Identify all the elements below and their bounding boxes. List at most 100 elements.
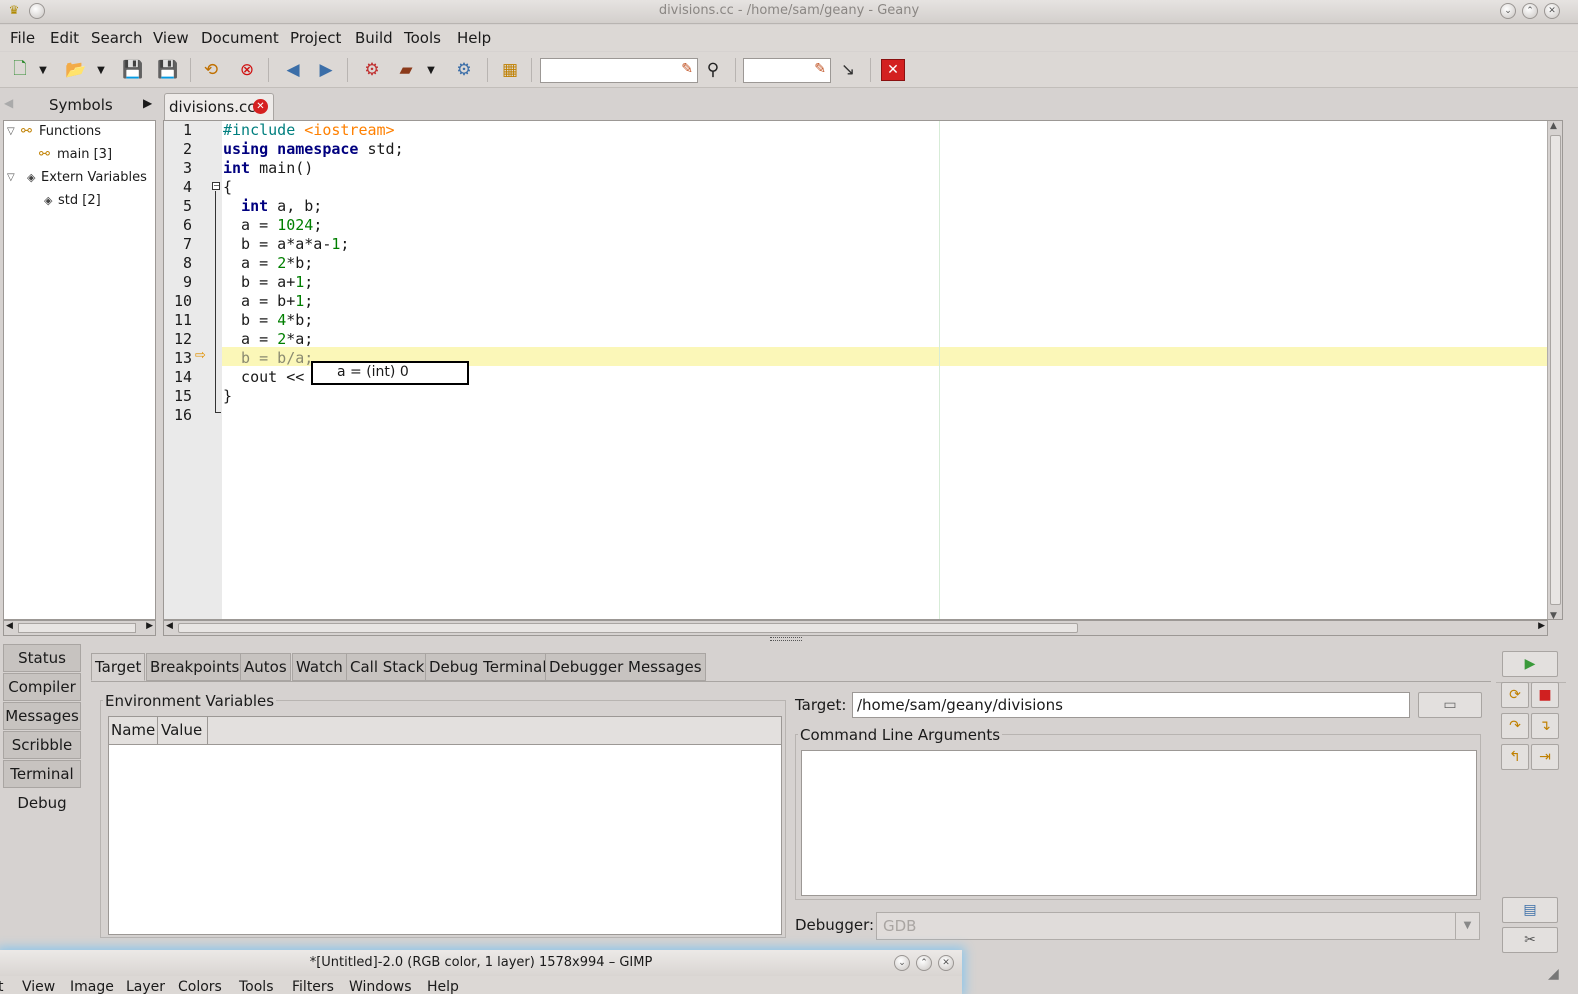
close-file-icon[interactable]: ⊗: [235, 58, 259, 82]
resize-grip-icon[interactable]: ◢: [1548, 966, 1559, 982]
clear-goto-icon[interactable]: ✎: [814, 61, 826, 77]
open-file-icon[interactable]: 📂: [64, 58, 88, 82]
tab-debugger-messages[interactable]: Debugger Messages: [545, 653, 706, 681]
gimp-minimize-button[interactable]: ⌄: [894, 955, 910, 971]
scroll-thumb[interactable]: [1550, 135, 1561, 605]
scroll-up-icon[interactable]: ▲: [1550, 121, 1557, 131]
debug-restart-button[interactable]: ⟳: [1501, 682, 1529, 708]
goto-line-icon[interactable]: ↘: [836, 58, 860, 82]
tab-symbols[interactable]: Symbols: [49, 96, 113, 114]
tab-debug-terminal[interactable]: Debug Terminal: [425, 653, 551, 681]
revert-icon[interactable]: ⟲: [199, 58, 223, 82]
run-to-cursor-button[interactable]: ⇥: [1531, 744, 1559, 770]
close-window-button[interactable]: ✕: [1544, 3, 1560, 19]
clear-search-icon[interactable]: ✎: [681, 61, 693, 77]
scroll-thumb[interactable]: [178, 623, 1078, 633]
menu-tools[interactable]: Tools: [404, 29, 441, 47]
tab-divisions-cc[interactable]: divisions.cc ✕: [164, 93, 274, 120]
tree-item-std[interactable]: ◈ std [2]: [44, 193, 101, 208]
gimp-close-button[interactable]: ✕: [938, 955, 954, 971]
menu-document[interactable]: Document: [201, 29, 279, 47]
menu-project[interactable]: Project: [290, 29, 341, 47]
find-binoculars-icon[interactable]: ⚲: [701, 58, 725, 82]
tab-call-stack[interactable]: Call Stack: [346, 653, 429, 681]
gimp-menu-view[interactable]: View: [22, 979, 55, 994]
editor-horizontal-scrollbar[interactable]: ◀ ▶: [163, 620, 1548, 636]
gimp-menu-colors[interactable]: Colors: [178, 979, 222, 994]
tab-compiler[interactable]: Compiler: [3, 673, 81, 701]
compile-icon[interactable]: ⚙: [360, 58, 384, 82]
debug-settings-button[interactable]: ✂: [1502, 927, 1558, 953]
tab-scroll-left-icon[interactable]: ◀: [4, 96, 13, 110]
menu-view[interactable]: View: [153, 29, 189, 47]
menu-build[interactable]: Build: [355, 29, 393, 47]
menu-file[interactable]: File: [10, 29, 35, 47]
tree-node-functions[interactable]: ▽ ⚯ Functions: [7, 124, 101, 139]
debug-windows-button[interactable]: ▤: [1502, 897, 1558, 923]
gimp-window[interactable]: *[Untitled]-2.0 (RGB color, 1 layer) 157…: [0, 950, 962, 994]
quit-icon[interactable]: ✕: [881, 59, 905, 81]
tree-item-main[interactable]: ⚯ main [3]: [39, 147, 112, 162]
color-chooser-icon[interactable]: ▦: [498, 58, 522, 82]
navigate-forward-icon[interactable]: ▶: [314, 58, 338, 82]
tab-terminal[interactable]: Terminal: [3, 760, 81, 788]
tab-autos[interactable]: Autos: [240, 653, 291, 681]
tab-scroll-right-icon[interactable]: ▶: [143, 96, 152, 110]
scroll-right-icon[interactable]: ▶: [1538, 621, 1545, 631]
goto-line-input[interactable]: ✎: [743, 58, 831, 83]
browse-target-button[interactable]: ▭: [1418, 692, 1482, 718]
maximize-button[interactable]: ⌃: [1522, 3, 1538, 19]
scroll-thumb[interactable]: [18, 623, 136, 633]
scroll-left-icon[interactable]: ◀: [166, 621, 173, 631]
scroll-down-icon[interactable]: ▼: [1550, 611, 1557, 619]
column-header-value[interactable]: Value: [159, 717, 208, 744]
open-dropdown-icon[interactable]: ▼: [94, 58, 108, 82]
sidebar-horizontal-scrollbar[interactable]: ◀ ▶: [3, 620, 156, 636]
save-icon[interactable]: 💾: [121, 58, 145, 82]
step-into-button[interactable]: ↴: [1531, 713, 1559, 739]
navigate-back-icon[interactable]: ◀: [281, 58, 305, 82]
gimp-menu-help[interactable]: Help: [427, 979, 459, 994]
step-over-button[interactable]: ↷: [1501, 713, 1529, 739]
menu-edit[interactable]: Edit: [50, 29, 79, 47]
expander-icon[interactable]: ▽: [7, 126, 21, 137]
target-path-input[interactable]: /home/sam/geany/divisions: [852, 692, 1410, 718]
gimp-menu-image[interactable]: Image: [70, 979, 114, 994]
tab-debug[interactable]: Debug: [3, 789, 81, 817]
menu-search[interactable]: Search: [91, 29, 143, 47]
editor-vertical-scrollbar[interactable]: ▲ ▼: [1547, 121, 1562, 619]
build-icon[interactable]: ▰: [394, 58, 418, 82]
run-icon[interactable]: ⚙: [452, 58, 476, 82]
expander-icon[interactable]: ▽: [7, 172, 27, 183]
tab-status[interactable]: Status: [3, 644, 81, 672]
tab-watch[interactable]: Watch: [292, 653, 347, 681]
new-dropdown-icon[interactable]: ▼: [36, 58, 50, 82]
gimp-menu-tools[interactable]: Tools: [239, 979, 274, 994]
tab-messages[interactable]: Messages: [3, 702, 81, 730]
command-line-arguments-input[interactable]: [801, 750, 1477, 896]
tab-breakpoints[interactable]: Breakpoints: [146, 653, 244, 681]
fold-marker-icon[interactable]: −: [212, 182, 220, 190]
close-tab-icon[interactable]: ✕: [253, 99, 268, 114]
scroll-left-icon[interactable]: ◀: [6, 621, 13, 631]
debug-run-button[interactable]: ▶: [1502, 651, 1558, 677]
debug-stop-button[interactable]: ■: [1531, 682, 1559, 708]
gimp-maximize-button[interactable]: ⌃: [916, 955, 932, 971]
code-editor[interactable]: − 1 2 3 4 5 6 7 8 9 10 11 12 13 14 15 16 ⇨ #include <io…: [163, 120, 1563, 620]
menu-help[interactable]: Help: [457, 29, 491, 47]
tab-scribble[interactable]: Scribble: [3, 731, 81, 759]
search-input[interactable]: ✎: [540, 58, 698, 83]
pane-resize-handle[interactable]: [770, 637, 802, 641]
debugger-select[interactable]: GDB ▼: [876, 912, 1480, 940]
gimp-menu-filters[interactable]: Filters: [292, 979, 334, 994]
build-dropdown-icon[interactable]: ▼: [424, 58, 438, 82]
tab-target[interactable]: Target: [91, 653, 146, 681]
column-header-name[interactable]: Name: [109, 717, 158, 744]
step-out-button[interactable]: ↰: [1501, 744, 1529, 770]
new-file-icon[interactable]: 🗋: [8, 58, 32, 82]
gimp-menu-layer[interactable]: Layer: [126, 979, 165, 994]
save-all-icon[interactable]: 💾: [156, 58, 180, 82]
gimp-menu-windows[interactable]: Windows: [349, 979, 412, 994]
tree-node-extern-variables[interactable]: ▽ ◈ Extern Variables: [7, 170, 147, 185]
environment-variables-list[interactable]: Name Value: [108, 716, 782, 935]
